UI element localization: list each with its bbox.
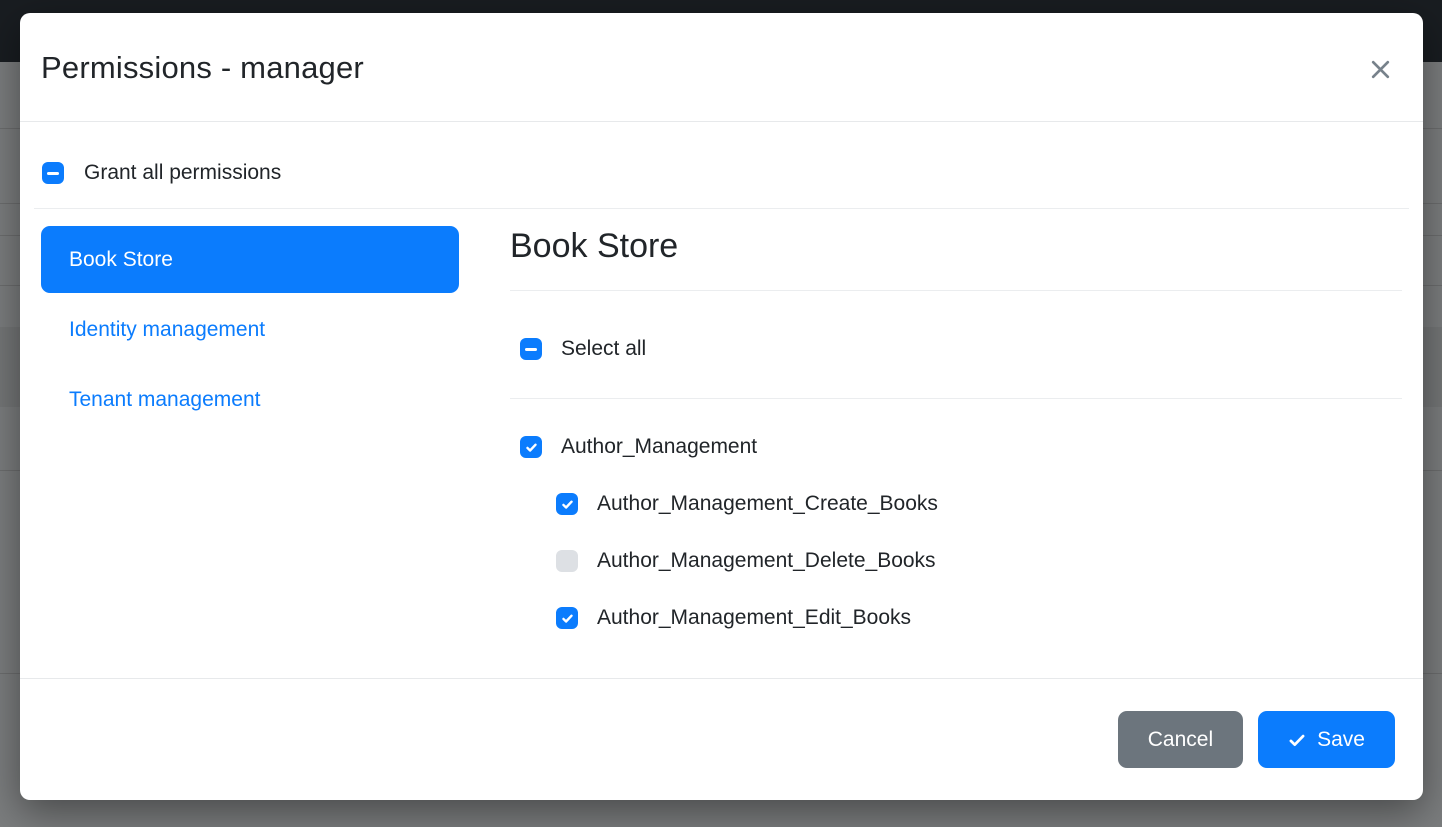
grant-all-label[interactable]: Grant all permissions [84, 160, 281, 186]
permission-label[interactable]: Author_Management_Edit_Books [597, 605, 911, 631]
modal-body: Grant all permissions Book Store Identit… [20, 122, 1423, 678]
save-button[interactable]: Save [1258, 711, 1395, 768]
permission-label[interactable]: Author_Management_Create_Books [597, 491, 938, 517]
tab-list: Book Store Identity management Tenant ma… [41, 226, 459, 662]
tab-label: Tenant management [69, 388, 260, 411]
tab-label: Identity management [69, 318, 265, 341]
permissions-modal: Permissions - manager Grant all permissi… [20, 13, 1423, 800]
permission-label[interactable]: Author_Management_Delete_Books [597, 548, 936, 574]
grant-all-row: Grant all permissions [42, 160, 1402, 186]
divider [510, 398, 1402, 399]
permission-checkbox[interactable] [556, 493, 578, 515]
modal-header: Permissions - manager [20, 13, 1423, 122]
permission-group-tab[interactable]: Tenant management [41, 366, 459, 433]
select-all-row: Select all [520, 336, 1402, 362]
select-all-label[interactable]: Select all [561, 336, 646, 362]
grant-all-checkbox[interactable] [42, 162, 64, 184]
permission-checkbox[interactable] [556, 550, 578, 572]
cancel-button[interactable]: Cancel [1118, 711, 1243, 768]
permission-checkbox[interactable] [556, 607, 578, 629]
select-all-checkbox[interactable] [520, 338, 542, 360]
divider [34, 208, 1409, 209]
check-icon [1288, 731, 1306, 749]
permission-group-tab[interactable]: Identity management [41, 296, 459, 363]
permission-row: Author_Management_Create_Books [556, 491, 1402, 517]
permission-label[interactable]: Author_Management [561, 434, 757, 460]
tab-label: Book Store [69, 248, 173, 271]
permission-row: Author_Management_Edit_Books [556, 605, 1402, 631]
close-icon [1368, 57, 1393, 82]
permission-group-tab[interactable]: Book Store [41, 226, 459, 293]
permission-row: Author_Management [520, 434, 1402, 460]
cancel-button-label: Cancel [1148, 728, 1213, 752]
body-columns: Book Store Identity management Tenant ma… [41, 226, 1402, 662]
permission-row: Author_Management_Delete_Books [556, 548, 1402, 574]
close-button[interactable] [1368, 57, 1393, 82]
permission-checkbox[interactable] [520, 436, 542, 458]
permission-tree: Author_Management Author_Management_Crea… [510, 434, 1402, 631]
save-button-label: Save [1317, 728, 1365, 752]
screen: Permissions - manager Grant all permissi… [0, 0, 1442, 827]
panel-heading: Book Store [510, 226, 1402, 291]
permission-panel: Book Store Select all Author_Management … [510, 226, 1402, 662]
modal-title: Permissions - manager [41, 51, 364, 85]
modal-footer: Cancel Save [20, 678, 1423, 800]
